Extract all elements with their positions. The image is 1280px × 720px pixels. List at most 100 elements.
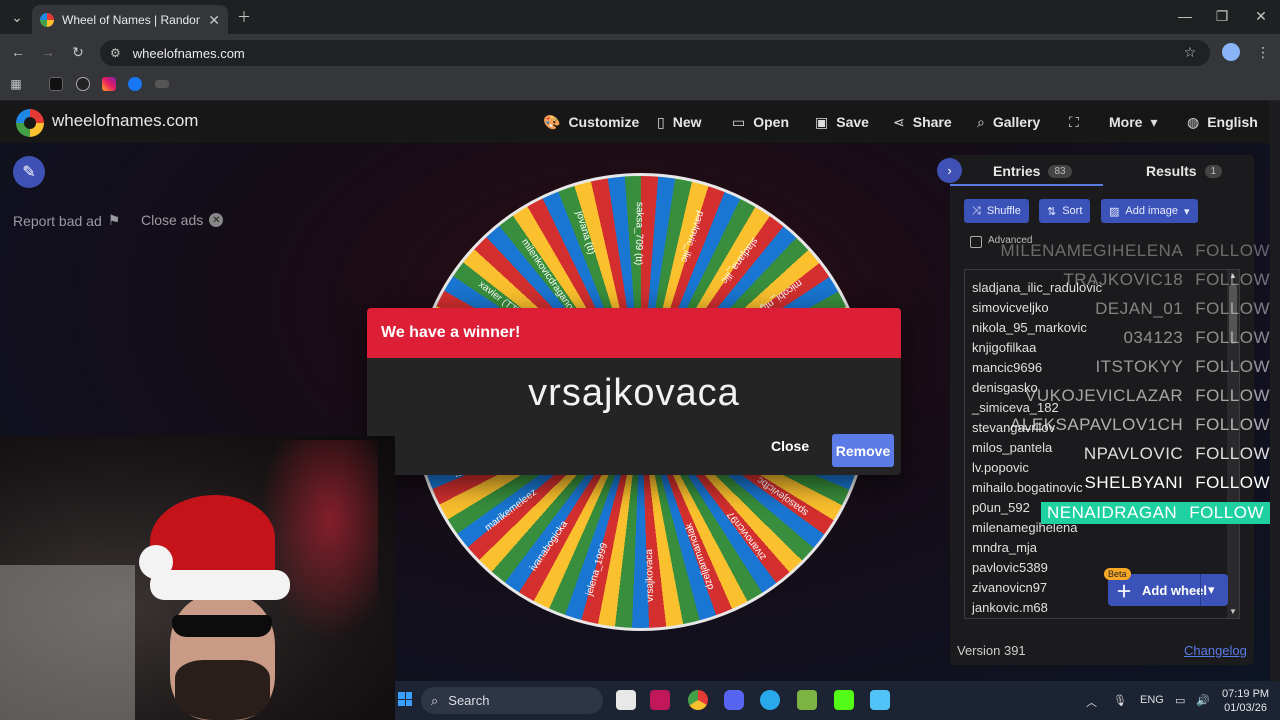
file-explorer-icon[interactable] xyxy=(616,690,636,710)
close-button[interactable]: Close xyxy=(771,438,809,454)
search-label: Search xyxy=(448,693,490,708)
nav-gallery[interactable]: ⌕ Gallery xyxy=(977,113,1040,131)
shuffle-button[interactable]: ⤨ Shuffle xyxy=(964,199,1029,223)
sort-button[interactable]: ⇅ Sort xyxy=(1039,199,1091,223)
entry-line[interactable]: lv.popovic xyxy=(972,460,1029,475)
follow-name: ALEKSAPAVLOV1CH xyxy=(1010,415,1184,434)
telegram-icon[interactable] xyxy=(760,690,780,710)
tab-label: Results xyxy=(1146,163,1197,179)
follow-action: FOLLOW xyxy=(1195,415,1270,434)
tray-chevron-icon[interactable]: ︿ xyxy=(1086,694,1097,710)
nav-open[interactable]: ▭ Open xyxy=(732,113,789,131)
active-tab-indicator xyxy=(950,184,1103,186)
microphone-icon[interactable]: 🎙 xyxy=(1113,694,1127,707)
follow-alert: VUKOJEVICLAZAR FOLLOW xyxy=(1025,386,1270,406)
follow-action: FOLLOW xyxy=(1195,241,1270,260)
new-tab-icon[interactable]: ＋ xyxy=(236,9,252,25)
tab-entries[interactable]: Entries 83 xyxy=(993,163,1072,179)
entry-line[interactable]: pavlovic5389 xyxy=(972,560,1048,575)
button-divider xyxy=(1200,574,1201,606)
snipping-tool-icon[interactable] xyxy=(650,690,670,710)
bookmark-icon[interactable] xyxy=(155,80,169,88)
caret-down-icon: ▾ xyxy=(1150,113,1158,130)
back-icon[interactable]: ← xyxy=(10,44,26,60)
apps-grid-icon[interactable]: ▦ xyxy=(9,77,23,91)
collapse-panel-button[interactable]: › xyxy=(937,158,962,183)
report-bad-ad-link[interactable]: Report bad ad ⚑ xyxy=(13,212,120,229)
add-image-button[interactable]: ▨ Add image ▾ xyxy=(1101,199,1198,223)
tab-search-icon[interactable]: ⌄ xyxy=(8,10,26,24)
close-tab-icon[interactable]: ✕ xyxy=(208,13,220,27)
nav-language[interactable]: ◍ English xyxy=(1187,113,1258,131)
fullscreen-button[interactable]: ⛶ xyxy=(1069,113,1079,131)
wheel-segment-label: ivanabogicka xyxy=(527,518,570,574)
minimize-icon[interactable]: — xyxy=(1178,9,1192,23)
reload-icon[interactable]: ↻ xyxy=(70,44,86,60)
windows-start-icon[interactable] xyxy=(398,692,412,706)
advanced-checkbox[interactable] xyxy=(970,236,982,248)
streaming-app-icon[interactable] xyxy=(834,690,854,710)
caret-down-icon[interactable]: ▾ xyxy=(1208,582,1215,598)
entry-line[interactable]: nikola_95_markovic xyxy=(972,320,1087,335)
site-info-icon[interactable]: ⚙ xyxy=(110,47,121,59)
close-ads-label: Close ads xyxy=(141,212,204,228)
edit-pencil-button[interactable]: ✎ xyxy=(13,156,45,188)
entry-line[interactable]: p0un_592 xyxy=(972,500,1030,515)
volume-icon[interactable]: 🔊 xyxy=(1196,694,1210,707)
language-indicator[interactable]: ENG xyxy=(1140,694,1164,706)
bookmark-star-icon[interactable]: ☆ xyxy=(1182,44,1198,60)
entry-line[interactable]: jankovic.m68 xyxy=(972,600,1048,615)
nav-save[interactable]: ▣ Save xyxy=(815,113,869,131)
entry-line[interactable]: simovicveljko xyxy=(972,300,1049,315)
taskbar-search[interactable]: ⌕ Search xyxy=(421,687,603,714)
tab-title: Wheel of Names | Random nam xyxy=(62,12,200,27)
follow-action: FOLLOW xyxy=(1195,357,1270,376)
entry-line[interactable]: milos_pantela xyxy=(972,440,1052,455)
nav-customize[interactable]: 🎨 Customize xyxy=(543,113,639,131)
entry-line[interactable]: mndra_mja xyxy=(972,540,1037,555)
santa-hat-pompom xyxy=(139,545,173,579)
profile-avatar[interactable] xyxy=(1222,43,1240,61)
app-icon[interactable] xyxy=(797,690,817,710)
nav-label: New xyxy=(672,114,702,130)
entry-line[interactable]: mihailo.bogatinovic xyxy=(972,480,1083,495)
chevron-right-icon: › xyxy=(947,163,952,178)
page-scrollbar[interactable] xyxy=(1270,101,1280,681)
add-image-label: Add image xyxy=(1125,205,1178,217)
facebook-bookmark-icon[interactable] xyxy=(128,77,142,91)
notepad-icon[interactable] xyxy=(870,690,890,710)
threads-bookmark-icon[interactable] xyxy=(76,77,90,91)
entry-line[interactable]: zivanovicn97 xyxy=(972,580,1047,595)
remove-button[interactable]: Remove xyxy=(832,434,894,467)
winner-name: vrsajkovaca xyxy=(528,372,740,414)
close-ads-link[interactable]: Close ads ✕ xyxy=(141,212,224,228)
shuffle-label: Shuffle xyxy=(986,205,1021,217)
site-name[interactable]: wheelofnames.com xyxy=(52,111,198,131)
follow-alert: TRAJKOVIC18 FOLLOW xyxy=(1063,270,1270,290)
follow-name: MILENAMEGIHELENA xyxy=(1000,241,1184,260)
forward-icon[interactable]: → xyxy=(40,44,56,60)
taskbar-clock[interactable]: 07:19 PM 01/03/26 xyxy=(1222,687,1269,715)
follow-alert: ALEKSAPAVLOV1CH FOLLOW xyxy=(1010,415,1270,435)
close-window-icon[interactable]: ✕ xyxy=(1254,9,1268,23)
nav-share[interactable]: ⋖ Share xyxy=(893,113,952,131)
clock-date: 01/03/26 xyxy=(1224,702,1267,714)
fullscreen-icon: ⛶ xyxy=(1069,113,1079,130)
maximize-icon[interactable]: ❐ xyxy=(1215,9,1229,23)
scroll-down-icon[interactable]: ▼ xyxy=(1229,607,1237,617)
instagram-bookmark-icon[interactable] xyxy=(102,77,116,91)
nav-more[interactable]: More ▾ xyxy=(1109,113,1157,131)
browser-tab[interactable]: Wheel of Names | Random nam ✕ xyxy=(32,5,228,34)
tab-results[interactable]: Results 1 xyxy=(1146,163,1223,179)
url-bar[interactable]: ⚙ wheelofnames.com xyxy=(100,40,1210,66)
discord-icon[interactable] xyxy=(724,690,744,710)
browser-menu-icon[interactable]: ⋮ xyxy=(1256,44,1270,60)
network-icon[interactable]: ▭ xyxy=(1175,694,1185,707)
chrome-icon[interactable] xyxy=(688,690,708,710)
wheel-logo-icon[interactable] xyxy=(16,109,44,137)
entry-line[interactable]: knjigofilkaa xyxy=(972,340,1036,355)
tiktok-bookmark-icon[interactable] xyxy=(49,77,63,91)
nav-new[interactable]: ▯ New xyxy=(657,113,702,131)
changelog-link[interactable]: Changelog xyxy=(1184,643,1247,658)
entry-line[interactable]: mancic9696 xyxy=(972,360,1042,375)
